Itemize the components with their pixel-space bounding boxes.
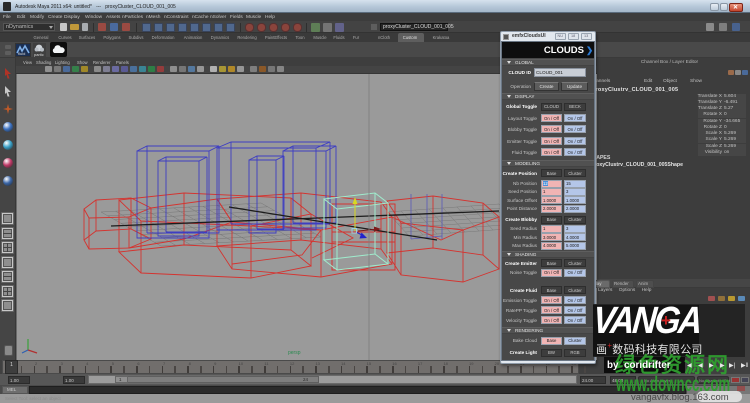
svg-text:fluid: fluid: [18, 51, 25, 56]
